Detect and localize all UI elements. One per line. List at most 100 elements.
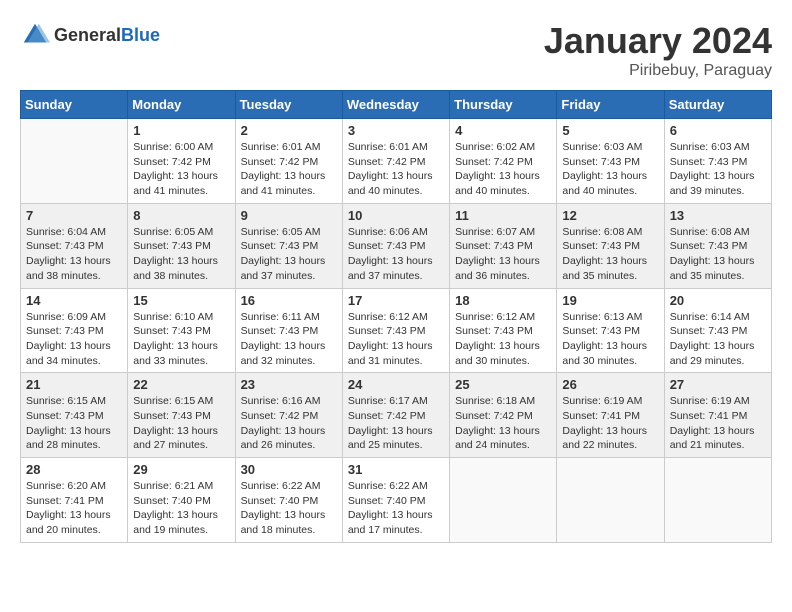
day-info: Sunrise: 6:03 AM Sunset: 7:43 PM Dayligh…: [670, 140, 766, 199]
day-number: 30: [241, 462, 337, 477]
col-header-saturday: Saturday: [664, 91, 771, 119]
calendar-week-row: 14 Sunrise: 6:09 AM Sunset: 7:43 PM Dayli…: [21, 288, 772, 373]
day-info: Sunrise: 6:17 AM Sunset: 7:42 PM Dayligh…: [348, 394, 444, 453]
day-number: 29: [133, 462, 229, 477]
calendar-day-31: 31 Sunrise: 6:22 AM Sunset: 7:40 PM Dayli…: [342, 458, 449, 543]
calendar-day-4: 4Sunrise: 6:02 AM Sunset: 7:42 PM Daylig…: [450, 119, 557, 204]
col-header-sunday: Sunday: [21, 91, 128, 119]
day-number: 16: [241, 293, 337, 308]
day-number: 25: [455, 377, 551, 392]
col-header-tuesday: Tuesday: [235, 91, 342, 119]
day-info: Sunrise: 6:05 AM Sunset: 7:43 PM Dayligh…: [133, 225, 229, 284]
day-number: 5: [562, 123, 658, 138]
day-number: 23: [241, 377, 337, 392]
day-info: Sunrise: 6:06 AM Sunset: 7:43 PM Dayligh…: [348, 225, 444, 284]
day-info: Sunrise: 6:03 AM Sunset: 7:43 PM Dayligh…: [562, 140, 658, 199]
day-number: 27: [670, 377, 766, 392]
calendar-week-row: 7 Sunrise: 6:04 AM Sunset: 7:43 PM Daylig…: [21, 203, 772, 288]
calendar-day-23: 23 Sunrise: 6:16 AM Sunset: 7:42 PM Dayli…: [235, 373, 342, 458]
day-info: Sunrise: 6:01 AM Sunset: 7:42 PM Dayligh…: [241, 140, 337, 199]
day-number: 14: [26, 293, 122, 308]
calendar-day-20: 20 Sunrise: 6:14 AM Sunset: 7:43 PM Dayli…: [664, 288, 771, 373]
calendar-week-row: 21 Sunrise: 6:15 AM Sunset: 7:43 PM Dayli…: [21, 373, 772, 458]
day-number: 11: [455, 208, 551, 223]
day-info: Sunrise: 6:07 AM Sunset: 7:43 PM Dayligh…: [455, 225, 551, 284]
calendar-day-13: 13 Sunrise: 6:08 AM Sunset: 7:43 PM Dayli…: [664, 203, 771, 288]
page-header: GeneralBlue January 2024 Piribebuy, Para…: [20, 20, 772, 80]
calendar-week-row: 28Sunrise: 6:20 AM Sunset: 7:41 PM Dayli…: [21, 458, 772, 543]
calendar-day-19: 19 Sunrise: 6:13 AM Sunset: 7:43 PM Dayli…: [557, 288, 664, 373]
calendar-empty-cell: [450, 458, 557, 543]
day-info: Sunrise: 6:14 AM Sunset: 7:43 PM Dayligh…: [670, 310, 766, 369]
logo-general: General: [54, 25, 121, 45]
day-number: 15: [133, 293, 229, 308]
calendar-week-row: 1 Sunrise: 6:00 AM Sunset: 7:42 PM Daylig…: [21, 119, 772, 204]
day-info: Sunrise: 6:08 AM Sunset: 7:43 PM Dayligh…: [670, 225, 766, 284]
calendar-empty-cell: [664, 458, 771, 543]
calendar-day-15: 15Sunrise: 6:10 AM Sunset: 7:43 PM Dayli…: [128, 288, 235, 373]
calendar-day-22: 22 Sunrise: 6:15 AM Sunset: 7:43 PM Dayli…: [128, 373, 235, 458]
day-info: Sunrise: 6:19 AM Sunset: 7:41 PM Dayligh…: [562, 394, 658, 453]
calendar-day-1: 1 Sunrise: 6:00 AM Sunset: 7:42 PM Daylig…: [128, 119, 235, 204]
logo-icon: [20, 20, 50, 50]
calendar-day-28: 28Sunrise: 6:20 AM Sunset: 7:41 PM Dayli…: [21, 458, 128, 543]
day-info: Sunrise: 6:09 AM Sunset: 7:43 PM Dayligh…: [26, 310, 122, 369]
calendar-day-14: 14 Sunrise: 6:09 AM Sunset: 7:43 PM Dayli…: [21, 288, 128, 373]
day-info: Sunrise: 6:15 AM Sunset: 7:43 PM Dayligh…: [133, 394, 229, 453]
col-header-monday: Monday: [128, 91, 235, 119]
day-number: 4: [455, 123, 551, 138]
day-number: 24: [348, 377, 444, 392]
month-title: January 2024: [544, 20, 772, 62]
day-number: 7: [26, 208, 122, 223]
calendar-day-11: 11 Sunrise: 6:07 AM Sunset: 7:43 PM Dayli…: [450, 203, 557, 288]
day-number: 1: [133, 123, 229, 138]
calendar-day-30: 30 Sunrise: 6:22 AM Sunset: 7:40 PM Dayli…: [235, 458, 342, 543]
day-number: 9: [241, 208, 337, 223]
day-number: 12: [562, 208, 658, 223]
calendar-day-24: 24 Sunrise: 6:17 AM Sunset: 7:42 PM Dayli…: [342, 373, 449, 458]
calendar-table: SundayMondayTuesdayWednesdayThursdayFrid…: [20, 90, 772, 543]
calendar-day-5: 5 Sunrise: 6:03 AM Sunset: 7:43 PM Daylig…: [557, 119, 664, 204]
day-info: Sunrise: 6:12 AM Sunset: 7:43 PM Dayligh…: [455, 310, 551, 369]
day-number: 3: [348, 123, 444, 138]
day-info: Sunrise: 6:18 AM Sunset: 7:42 PM Dayligh…: [455, 394, 551, 453]
calendar-day-8: 8 Sunrise: 6:05 AM Sunset: 7:43 PM Daylig…: [128, 203, 235, 288]
calendar-empty-cell: [21, 119, 128, 204]
day-number: 22: [133, 377, 229, 392]
calendar-day-10: 10Sunrise: 6:06 AM Sunset: 7:43 PM Dayli…: [342, 203, 449, 288]
calendar-empty-cell: [557, 458, 664, 543]
calendar-day-25: 25 Sunrise: 6:18 AM Sunset: 7:42 PM Dayli…: [450, 373, 557, 458]
title-section: January 2024 Piribebuy, Paraguay: [544, 20, 772, 80]
logo-blue: Blue: [121, 25, 160, 45]
day-info: Sunrise: 6:00 AM Sunset: 7:42 PM Dayligh…: [133, 140, 229, 199]
day-info: Sunrise: 6:15 AM Sunset: 7:43 PM Dayligh…: [26, 394, 122, 453]
day-info: Sunrise: 6:22 AM Sunset: 7:40 PM Dayligh…: [241, 479, 337, 538]
header-row: SundayMondayTuesdayWednesdayThursdayFrid…: [21, 91, 772, 119]
calendar-day-7: 7 Sunrise: 6:04 AM Sunset: 7:43 PM Daylig…: [21, 203, 128, 288]
day-info: Sunrise: 6:08 AM Sunset: 7:43 PM Dayligh…: [562, 225, 658, 284]
day-info: Sunrise: 6:11 AM Sunset: 7:43 PM Dayligh…: [241, 310, 337, 369]
day-number: 21: [26, 377, 122, 392]
col-header-thursday: Thursday: [450, 91, 557, 119]
logo: GeneralBlue: [20, 20, 160, 50]
day-info: Sunrise: 6:01 AM Sunset: 7:42 PM Dayligh…: [348, 140, 444, 199]
calendar-day-26: 26 Sunrise: 6:19 AM Sunset: 7:41 PM Dayli…: [557, 373, 664, 458]
calendar-day-16: 16 Sunrise: 6:11 AM Sunset: 7:43 PM Dayli…: [235, 288, 342, 373]
day-info: Sunrise: 6:13 AM Sunset: 7:43 PM Dayligh…: [562, 310, 658, 369]
day-info: Sunrise: 6:16 AM Sunset: 7:42 PM Dayligh…: [241, 394, 337, 453]
day-number: 31: [348, 462, 444, 477]
day-number: 20: [670, 293, 766, 308]
day-number: 8: [133, 208, 229, 223]
location: Piribebuy, Paraguay: [544, 62, 772, 80]
day-info: Sunrise: 6:04 AM Sunset: 7:43 PM Dayligh…: [26, 225, 122, 284]
day-number: 13: [670, 208, 766, 223]
calendar-day-21: 21 Sunrise: 6:15 AM Sunset: 7:43 PM Dayli…: [21, 373, 128, 458]
calendar-day-18: 18Sunrise: 6:12 AM Sunset: 7:43 PM Dayli…: [450, 288, 557, 373]
day-info: Sunrise: 6:22 AM Sunset: 7:40 PM Dayligh…: [348, 479, 444, 538]
calendar-day-3: 3 Sunrise: 6:01 AM Sunset: 7:42 PM Daylig…: [342, 119, 449, 204]
day-info: Sunrise: 6:12 AM Sunset: 7:43 PM Dayligh…: [348, 310, 444, 369]
day-info: Sunrise: 6:19 AM Sunset: 7:41 PM Dayligh…: [670, 394, 766, 453]
day-number: 26: [562, 377, 658, 392]
day-number: 19: [562, 293, 658, 308]
day-number: 28: [26, 462, 122, 477]
